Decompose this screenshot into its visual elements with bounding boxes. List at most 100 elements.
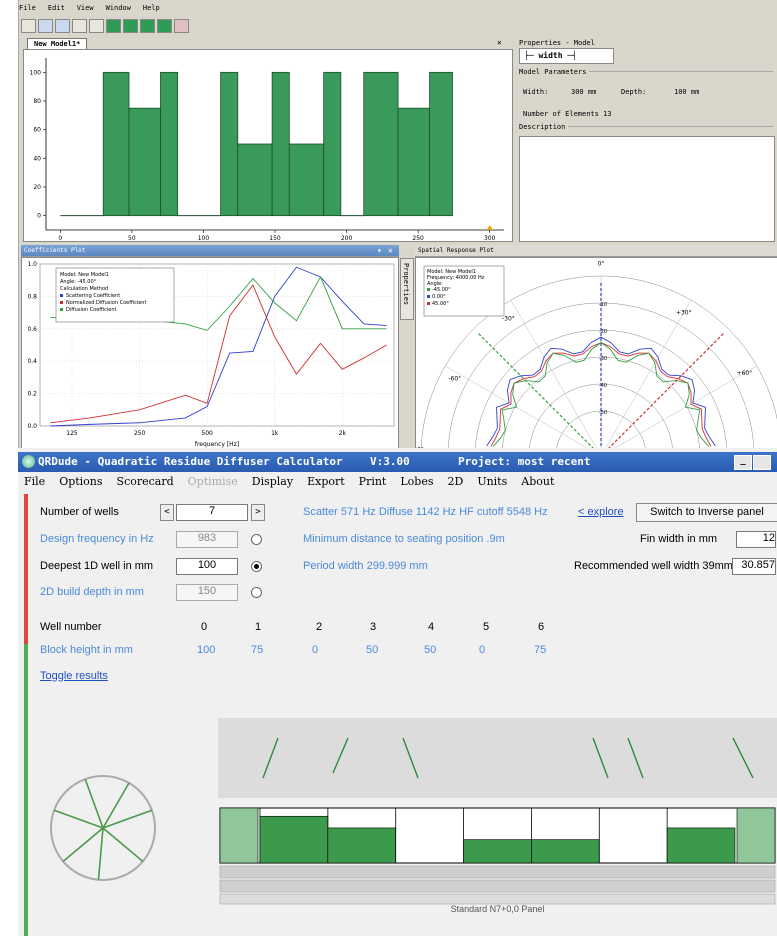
- build-depth-input[interactable]: 150: [176, 584, 238, 601]
- menu-scorecard[interactable]: Scorecard: [117, 475, 174, 488]
- radial-label: -20: [599, 329, 607, 335]
- y-tick-label: 100: [30, 69, 42, 76]
- deepest-radio[interactable]: [251, 561, 262, 572]
- menu-display[interactable]: Display: [252, 475, 293, 488]
- width-preview-label: ├─ width ─┤: [524, 51, 577, 60]
- legend-swatch: [427, 302, 430, 305]
- menu-lobes[interactable]: Lobes: [400, 475, 433, 488]
- legend-item: Diffusion Coefficient: [66, 307, 117, 313]
- fin-width-input[interactable]: 12: [736, 531, 776, 548]
- toggle-results-link[interactable]: Toggle results: [40, 670, 108, 682]
- block-icon[interactable]: [106, 19, 121, 33]
- well-block: [531, 839, 600, 864]
- profile-bar: [160, 71, 179, 217]
- profile-bar: [323, 71, 342, 217]
- wells-prev-button[interactable]: <: [160, 504, 174, 521]
- triangle-icon[interactable]: [157, 19, 172, 33]
- well-number-cell: 3: [370, 621, 377, 633]
- menu-optimise[interactable]: Optimise: [188, 475, 238, 488]
- well-number-label: Well number: [40, 621, 102, 633]
- maximize-button[interactable]: [753, 455, 771, 470]
- menu-view[interactable]: View: [77, 4, 94, 12]
- menu-file[interactable]: File: [19, 4, 36, 12]
- x-tick-label: 100: [198, 235, 210, 241]
- width-preview: ├─ width ─┤: [519, 48, 614, 64]
- pin-icon[interactable]: ▾: [377, 246, 382, 255]
- coefficients-plot-area: 0.0 0.2 0.4 0.6 0.8 1.0 125 250 500 1k 2k frequency…: [21, 257, 399, 457]
- app-version: V:3.00: [370, 455, 410, 468]
- menu-about[interactable]: About: [521, 475, 554, 488]
- description-box[interactable]: [519, 136, 775, 242]
- profile-bar: [363, 71, 399, 217]
- deepest-input[interactable]: 100: [176, 558, 238, 575]
- tab-model[interactable]: New Model1*: [27, 38, 88, 49]
- minimize-button[interactable]: _: [734, 455, 752, 470]
- tool-icon[interactable]: [174, 19, 189, 33]
- spatial-pane: Spatial Response Plot 0°+30°+60°+90°-30°…: [411, 245, 777, 457]
- x-tick-label: 150: [269, 235, 281, 241]
- menu-2d[interactable]: 2D: [447, 475, 463, 488]
- app-logo-icon: [22, 455, 35, 468]
- qrdude-menubar: File Options Scorecard Optimise Display Expor…: [18, 472, 777, 492]
- menu-options[interactable]: Options: [59, 475, 102, 488]
- wells-next-button[interactable]: >: [251, 504, 265, 521]
- layout-icon[interactable]: [89, 19, 104, 33]
- close-icon[interactable]: ✕: [497, 38, 502, 47]
- well-number-cell: 5: [483, 621, 490, 633]
- menu-help[interactable]: Help: [143, 4, 160, 12]
- close-coeff-icon[interactable]: ✕: [388, 246, 393, 255]
- chart-icon[interactable]: [38, 19, 53, 33]
- polar-summary-icon: [50, 775, 156, 881]
- spatial-title: Spatial Response Plot: [415, 245, 777, 257]
- menu-edit[interactable]: Edit: [48, 4, 65, 12]
- legend-method: Calculation Method: [60, 286, 108, 292]
- pie-spoke: [102, 809, 153, 829]
- block-height-cell: 75: [534, 644, 547, 656]
- y-tick-label: 80: [33, 98, 41, 105]
- legend-swatch: [427, 295, 430, 298]
- polar-spoke: [445, 365, 602, 457]
- wells-input[interactable]: 7: [176, 504, 248, 521]
- properties-side-tab[interactable]: Properties: [400, 258, 414, 320]
- block-height-cell: 50: [366, 644, 379, 656]
- well-block: [463, 839, 532, 864]
- radial-label: -30: [599, 356, 607, 362]
- chart-legend: Model: New Model1Angle: -45.00°Calculati…: [55, 267, 175, 323]
- explore-link[interactable]: < explore: [578, 506, 624, 518]
- switch-inverse-button[interactable]: Switch to Inverse panel: [636, 503, 777, 522]
- x-axis-label: frequency [Hz]: [195, 441, 239, 448]
- profile-bar: [397, 107, 430, 217]
- coefficients-pane: Coefficients Plot ▾ ✕ 0.0 0.2 0.4 0.6 0.8 1.0…: [21, 245, 399, 457]
- angle-label: +60°: [737, 370, 753, 377]
- pie-spoke: [102, 782, 130, 829]
- design-freq-label: Design frequency in Hz: [40, 533, 154, 545]
- diffuser-designer-window: File Edit View Window Help New Model1* ✕ 0 20…: [18, 0, 777, 462]
- menu-file[interactable]: File: [24, 475, 45, 488]
- legend-swatch: [60, 301, 63, 304]
- radial-label: -40: [599, 383, 607, 389]
- menu-units[interactable]: Units: [477, 475, 507, 488]
- radial-label: -10: [599, 302, 607, 308]
- menu-print[interactable]: Print: [359, 475, 387, 488]
- build-depth-radio[interactable]: [251, 587, 262, 598]
- design-freq-input[interactable]: 983: [176, 531, 238, 548]
- y-tick-label: 0.4: [27, 358, 37, 365]
- x-tick-label: 0: [58, 235, 62, 241]
- block-height-cell: 0: [312, 644, 319, 656]
- window-icon[interactable]: [72, 19, 87, 33]
- design-freq-radio[interactable]: [251, 534, 262, 545]
- dome-icon[interactable]: [123, 19, 138, 33]
- x-tick-label: 250: [134, 430, 146, 437]
- width-field-label: Width:: [523, 88, 549, 96]
- legend-item: Scattering Coefficient: [66, 293, 120, 299]
- plot-icon[interactable]: [55, 19, 70, 33]
- wedge-icon[interactable]: [140, 19, 155, 33]
- legend-swatch: [60, 308, 63, 311]
- menu-window[interactable]: Window: [106, 4, 131, 12]
- well-block: [666, 827, 736, 864]
- legend-item: 0.00°: [432, 294, 446, 300]
- menu-export[interactable]: Export: [307, 475, 345, 488]
- angle-label: -30°: [502, 316, 515, 323]
- recommended-width-input[interactable]: 30.857: [732, 558, 776, 575]
- select-icon[interactable]: [21, 19, 36, 33]
